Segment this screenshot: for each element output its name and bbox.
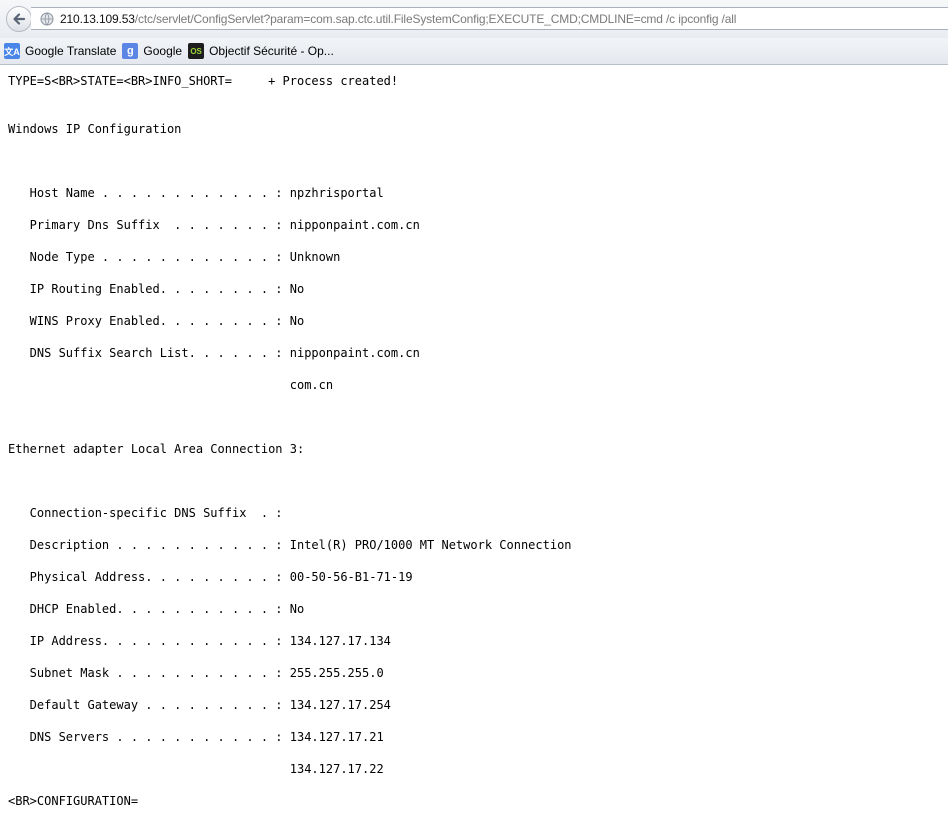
dhcp-enabled-line: DHCP Enabled. . . . . . . . . . . : No: [8, 602, 305, 616]
bookmark-objectif-securite[interactable]: OS Objectif Sécurité - Op...: [188, 43, 334, 59]
back-button[interactable]: [6, 6, 32, 32]
url-path: /ctc/servlet/ConfigServlet?param=com.sap…: [134, 11, 737, 26]
page-content: TYPE=S<BR>STATE=<BR>INFO_SHORT= + Proces…: [8, 65, 948, 817]
dns-search-line: DNS Suffix Search List. . . . . . : nipp…: [8, 346, 420, 360]
dns-servers-line: DNS Servers . . . . . . . . . . . : 134.…: [8, 730, 384, 744]
browser-toolbar: 210.13.109.53/ctc/servlet/ConfigServlet?…: [0, 0, 948, 38]
subnet-mask-line: Subnet Mask . . . . . . . . . . . : 255.…: [8, 666, 384, 680]
google-translate-icon: 文A: [4, 43, 20, 59]
bookmark-google-translate[interactable]: 文A Google Translate: [4, 43, 116, 59]
header-line: TYPE=S<BR>STATE=<BR>INFO_SHORT= + Proces…: [8, 74, 399, 88]
ip-routing-line: IP Routing Enabled. . . . . . . . : No: [8, 282, 305, 296]
primary-dns-line: Primary Dns Suffix . . . . . . . : nippo…: [8, 218, 420, 232]
url-host: 210.13.109.53: [60, 11, 135, 26]
globe-icon: [40, 12, 54, 26]
google-icon: g: [122, 43, 139, 59]
host-name-line: Host Name . . . . . . . . . . . . : npzh…: [8, 186, 384, 200]
dns-search-line-2: com.cn: [8, 378, 334, 392]
dns-servers-line-2: 134.127.17.22: [8, 762, 384, 776]
default-gateway-line: Default Gateway . . . . . . . . . : 134.…: [8, 698, 391, 712]
back-arrow-icon: [13, 13, 26, 25]
bookmarks-bar: 文A Google Translate g Google OS Objectif…: [0, 38, 948, 65]
physical-address-line: Physical Address. . . . . . . . . : 00-5…: [8, 570, 413, 584]
node-type-line: Node Type . . . . . . . . . . . . : Unkn…: [8, 250, 341, 264]
url-text: 210.13.109.53/ctc/servlet/ConfigServlet?…: [60, 12, 736, 26]
objectif-securite-icon: OS: [188, 43, 205, 59]
description-line: Description . . . . . . . . . . . : Inte…: [8, 538, 572, 552]
address-bar[interactable]: 210.13.109.53/ctc/servlet/ConfigServlet?…: [31, 7, 948, 30]
conn-dns-suffix-line: Connection-specific DNS Suffix . :: [8, 506, 283, 520]
footer-line: <BR>CONFIGURATION=: [8, 794, 139, 808]
ip-address-line: IP Address. . . . . . . . . . . . : 134.…: [8, 634, 391, 648]
bookmark-label: Google Translate: [25, 44, 117, 58]
bookmark-google[interactable]: g Google: [122, 43, 182, 59]
wins-proxy-line: WINS Proxy Enabled. . . . . . . . : No: [8, 314, 305, 328]
windows-ip-title: Windows IP Configuration: [8, 122, 182, 136]
adapter-title: Ethernet adapter Local Area Connection 3…: [8, 442, 305, 456]
bookmark-label: Objectif Sécurité - Op...: [209, 44, 334, 58]
bookmark-label: Google: [143, 44, 183, 58]
